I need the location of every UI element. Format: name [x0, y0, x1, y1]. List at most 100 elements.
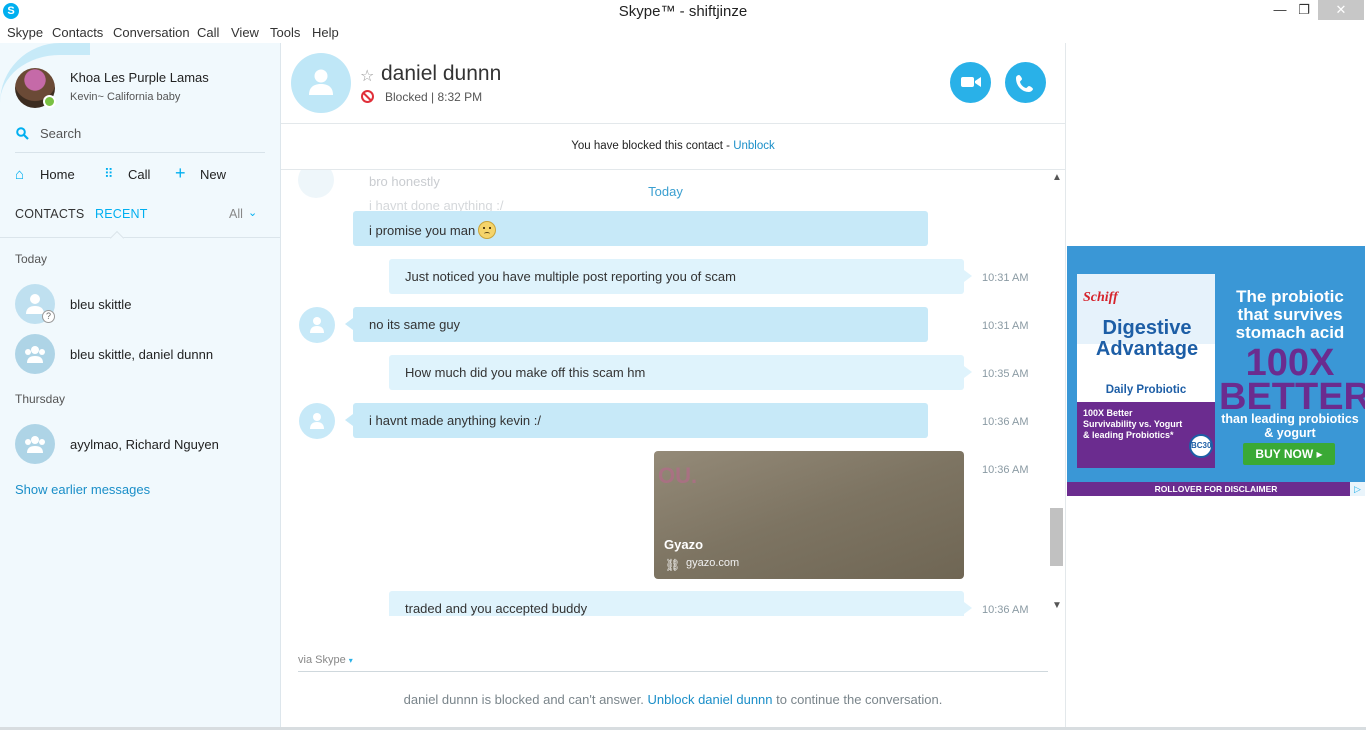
person-icon	[26, 294, 44, 314]
message-bubble-incoming[interactable]: i havnt made anything kevin :/	[345, 403, 928, 438]
date-separator: Today	[648, 184, 683, 199]
chevron-down-icon[interactable]: ⌄	[248, 206, 257, 219]
nav-call[interactable]: Call	[128, 167, 150, 182]
blocked-notice-suffix: to continue the conversation.	[772, 692, 943, 707]
link-preview-title[interactable]: Gyazo	[664, 537, 703, 552]
message-bubble-outgoing[interactable]: How much did you make off this scam hm	[389, 355, 972, 390]
menu-call[interactable]: Call	[197, 25, 219, 40]
link-preview-card[interactable]: OU. Gyazo ⛓ gyazo.com	[654, 451, 964, 579]
home-icon[interactable]: ⌂	[15, 166, 24, 183]
message-timestamp: 10:36 AM	[982, 464, 1029, 476]
menu-conversation[interactable]: Conversation	[113, 25, 190, 40]
ad-brand: Schiff	[1083, 290, 1118, 305]
video-camera-icon	[961, 77, 981, 87]
group-label-thursday: Thursday	[15, 392, 66, 406]
search-icon	[16, 127, 29, 140]
group-label-today: Today	[15, 252, 48, 266]
blocked-icon	[361, 90, 374, 103]
search-input[interactable]: Search	[40, 126, 81, 141]
header-divider	[281, 123, 1065, 124]
nav-home[interactable]: Home	[40, 167, 75, 182]
link-icon: ⛓	[665, 558, 681, 572]
recent-item-group-chat[interactable]: bleu skittle, daniel dunnn	[70, 347, 213, 362]
scroll-up-arrow-icon[interactable]: ▲	[1052, 172, 1062, 183]
plus-icon[interactable]: +	[175, 163, 186, 184]
link-preview-domain[interactable]: gyazo.com	[686, 557, 739, 569]
person-icon	[310, 413, 324, 429]
send-via-label: via Skype	[298, 654, 346, 666]
contact-name[interactable]: daniel dunnn	[381, 62, 501, 86]
message-bubble-incoming[interactable]: i promise you man	[353, 211, 928, 246]
message-timestamp: 10:31 AM	[982, 272, 1029, 284]
message-timestamp: 10:36 AM	[982, 416, 1029, 428]
ad-headline: The probiotic that survives stomach acid	[1235, 287, 1345, 342]
unblock-contact-link[interactable]: Unblock daniel dunnn	[647, 692, 772, 707]
blocked-notice-text: daniel dunnn is blocked and can't answer…	[403, 692, 648, 707]
tab-contacts[interactable]: CONTACTS	[15, 207, 84, 221]
ad-big-claim: 100X BETTER	[1219, 342, 1365, 418]
ad-box-claim: 100X Better Survivability vs. Yogurt & l…	[1083, 408, 1183, 440]
menu-tools[interactable]: Tools	[270, 25, 300, 40]
dialpad-icon[interactable]: ⠿	[104, 166, 114, 182]
message-bubble-outgoing[interactable]: Just noticed you have multiple post repo…	[389, 259, 972, 294]
ad-subtext: than leading probiotics & yogurt	[1221, 412, 1359, 440]
message-history[interactable]: bro honestly i havnt done anything :/ To…	[281, 170, 1050, 616]
ad-disclaimer-bar[interactable]: ROLLOVER FOR DISCLAIMER	[1067, 482, 1365, 496]
scroll-down-arrow-icon[interactable]: ▼	[1052, 600, 1062, 611]
recent-item-bleu-skittle[interactable]: bleu skittle	[70, 297, 131, 312]
ad-badge-icon: BC30	[1189, 434, 1213, 458]
adchoices-icon[interactable]: ▷	[1350, 482, 1365, 496]
message-timestamp: 10:36 AM	[982, 604, 1029, 616]
user-mood-message[interactable]: Kevin~ California baby	[70, 91, 180, 103]
maximize-button[interactable]: ❐	[1290, 0, 1318, 20]
title-bar: S Skype™ - shiftjinze — ❐ ✕	[0, 0, 1366, 23]
menu-view[interactable]: View	[231, 25, 259, 40]
menu-bar: Skype Contacts Conversation Call View To…	[0, 23, 1366, 43]
group-avatar[interactable]	[15, 424, 55, 464]
phone-icon	[1016, 75, 1033, 92]
blocked-contact-banner: You have blocked this contact - Unblock	[281, 140, 1065, 152]
recent-item-group-chat[interactable]: ayylmao, Richard Nguyen	[70, 437, 219, 452]
message-text: traded and you accepted buddy	[405, 601, 588, 616]
video-call-button[interactable]	[950, 62, 991, 103]
message-text: How much did you make off this scam hm	[405, 365, 646, 380]
contact-avatar[interactable]	[291, 53, 351, 113]
show-earlier-messages-link[interactable]: Show earlier messages	[15, 482, 150, 497]
message-bubble-incoming[interactable]: no its same guy	[345, 307, 928, 342]
message-bubble-outgoing[interactable]: traded and you accepted buddy	[389, 591, 972, 616]
sidebar: Khoa Les Purple Lamas Kevin~ California …	[0, 43, 281, 730]
advertisement-banner[interactable]: Schiff Digestive Advantage Daily Probiot…	[1067, 246, 1365, 496]
contact-status: Blocked | 8:32 PM	[385, 90, 483, 104]
tab-recent[interactable]: RECENT	[95, 207, 148, 221]
sad-emoticon-icon	[478, 221, 497, 239]
unblock-link[interactable]: Unblock	[733, 140, 775, 152]
nav-new[interactable]: New	[200, 167, 226, 182]
audio-call-button[interactable]	[1005, 62, 1046, 103]
send-via-dropdown[interactable]: via Skype ▾	[298, 654, 353, 666]
scrollbar-thumb[interactable]	[1050, 508, 1063, 566]
group-icon	[25, 436, 45, 453]
close-button[interactable]: ✕	[1318, 0, 1364, 20]
message-scrollbar[interactable]: ▲ ▼	[1049, 170, 1065, 616]
menu-help[interactable]: Help	[312, 25, 339, 40]
contact-avatar[interactable]	[299, 307, 335, 343]
caret-down-icon: ▾	[348, 656, 353, 665]
window-title: Skype™ - shiftjinze	[618, 3, 748, 20]
message-text: i promise you man	[369, 223, 476, 238]
compose-divider	[298, 671, 1048, 672]
right-pane-divider	[1065, 43, 1066, 730]
menu-contacts[interactable]: Contacts	[52, 25, 103, 40]
group-avatar[interactable]	[15, 334, 55, 374]
user-name[interactable]: Khoa Les Purple Lamas	[70, 70, 209, 85]
menu-skype[interactable]: Skype	[7, 25, 43, 40]
tab-divider	[0, 237, 280, 238]
group-icon	[25, 346, 45, 363]
ad-product-name: Digestive Advantage	[1095, 317, 1199, 360]
message-text: Just noticed you have multiple post repo…	[405, 269, 736, 284]
search-underline	[15, 152, 265, 153]
recent-filter-dropdown[interactable]: All	[229, 207, 243, 221]
ad-buy-now-button[interactable]: BUY NOW ▸	[1243, 443, 1335, 465]
favorite-star-icon[interactable]: ☆	[360, 66, 374, 86]
link-preview-image: OU.	[658, 463, 698, 488]
contact-avatar[interactable]	[299, 403, 335, 439]
